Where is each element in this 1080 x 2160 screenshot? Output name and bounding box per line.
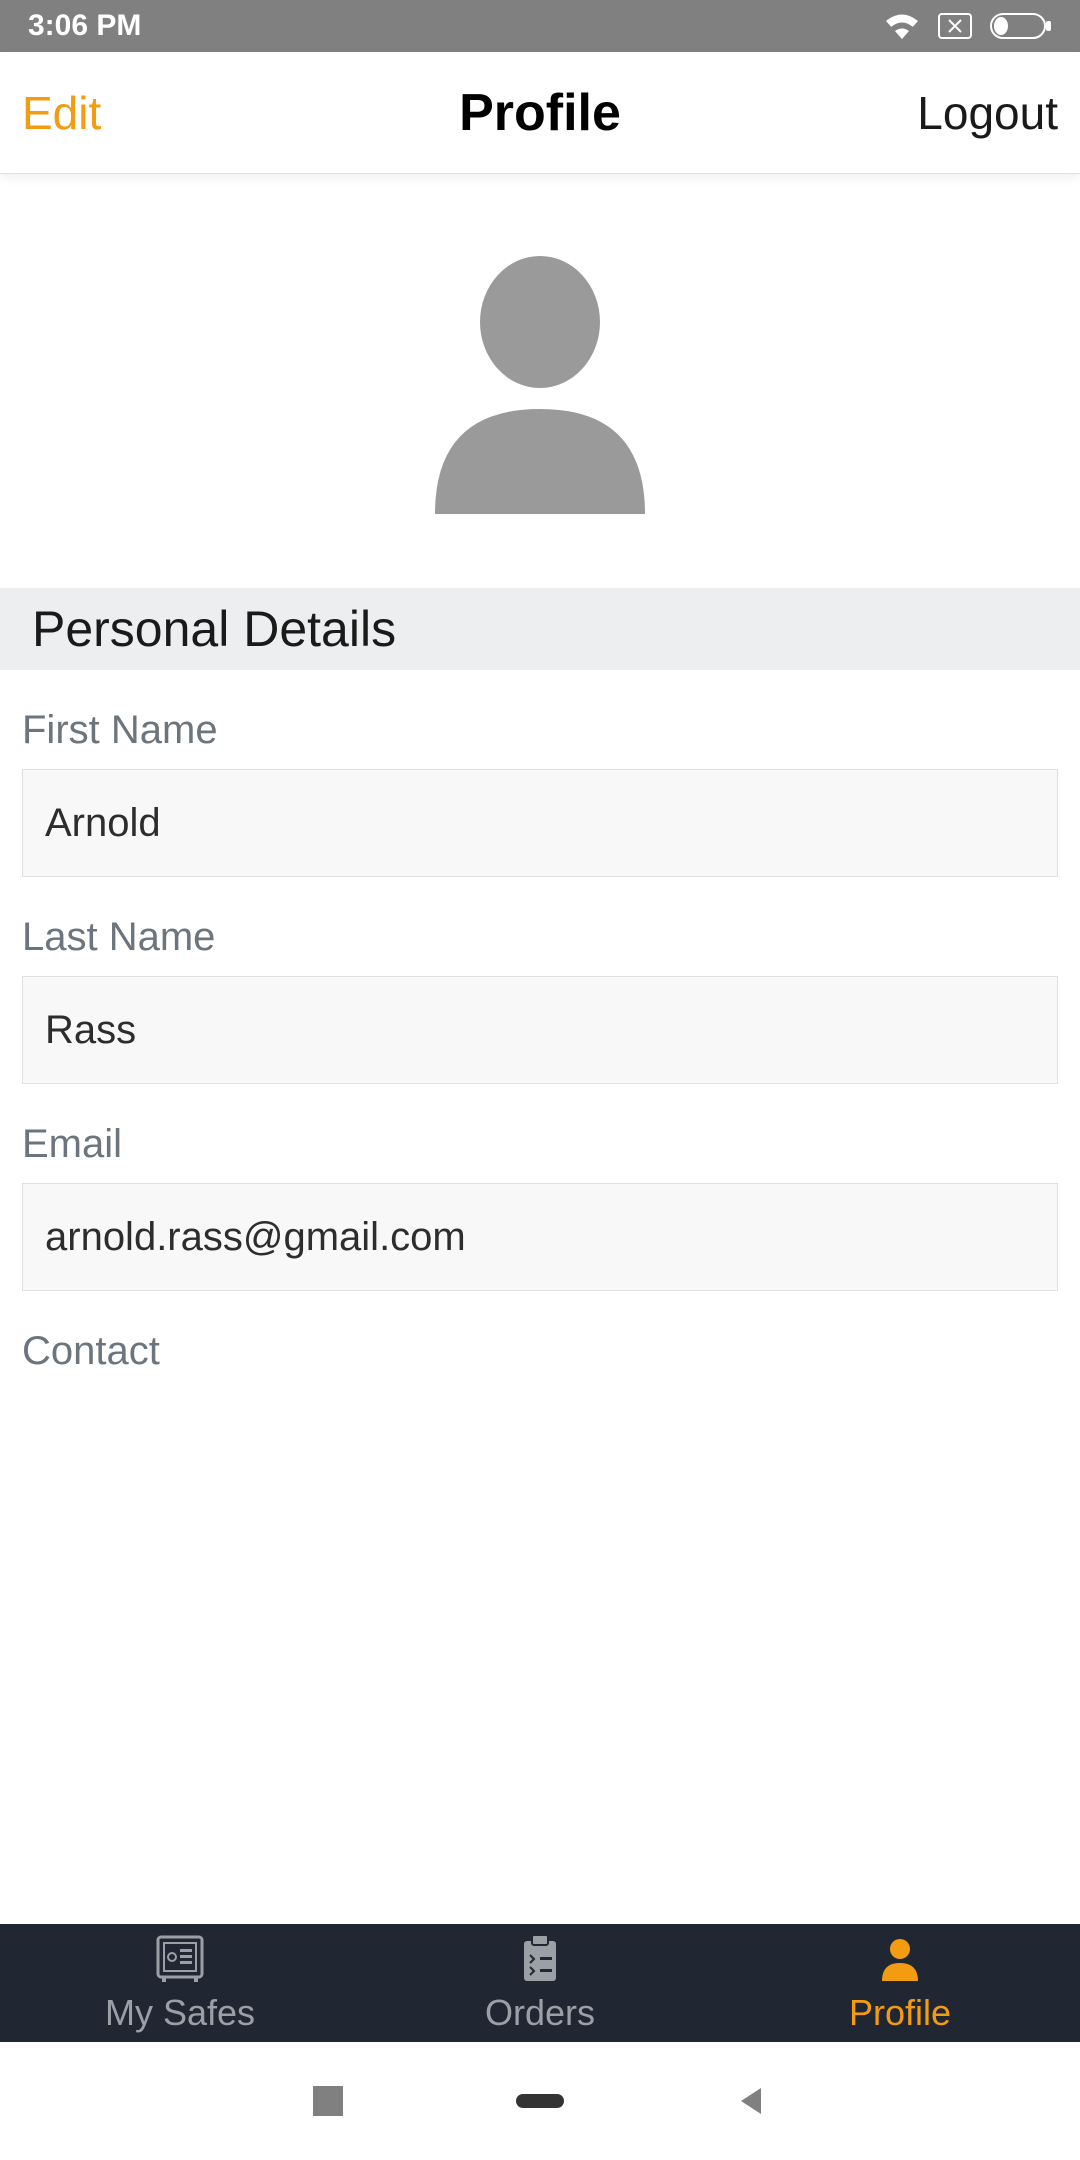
field-contact: Contact	[22, 1329, 1058, 1374]
clipboard-icon	[514, 1933, 566, 1988]
profile-icon	[874, 1933, 926, 1988]
android-home-button[interactable]	[516, 2094, 564, 2108]
status-icons	[884, 12, 1052, 40]
contact-label: Contact	[22, 1329, 1058, 1374]
nav-orders-label: Orders	[485, 1992, 595, 2034]
first-name-input[interactable]: Arnold	[22, 769, 1058, 877]
android-recents-button[interactable]	[313, 2086, 343, 2116]
wifi-icon	[884, 12, 920, 40]
nav-profile[interactable]: Profile	[720, 1924, 1080, 2042]
battery-icon	[990, 13, 1052, 39]
logout-button[interactable]: Logout	[917, 86, 1058, 140]
field-first-name: First Name Arnold	[22, 708, 1058, 877]
bottom-nav: My Safes Orders Profile	[0, 1924, 1080, 2042]
edit-button[interactable]: Edit	[22, 86, 101, 140]
content-area: Personal Details First Name Arnold Last …	[0, 174, 1080, 1924]
fields-list: First Name Arnold Last Name Rass Email a…	[0, 708, 1080, 1374]
email-input[interactable]: arnold.rass@gmail.com	[22, 1183, 1058, 1291]
first-name-label: First Name	[22, 708, 1058, 753]
avatar-placeholder-icon	[390, 229, 690, 534]
section-header-label: Personal Details	[32, 600, 1048, 658]
nav-profile-label: Profile	[849, 1992, 951, 2034]
android-system-nav	[0, 2042, 1080, 2160]
app-header: Edit Profile Logout	[0, 52, 1080, 174]
last-name-input[interactable]: Rass	[22, 976, 1058, 1084]
status-time: 3:06 PM	[28, 9, 141, 43]
no-sim-icon	[938, 13, 972, 39]
field-email: Email arnold.rass@gmail.com	[22, 1122, 1058, 1291]
nav-my-safes-label: My Safes	[105, 1992, 255, 2034]
field-last-name: Last Name Rass	[22, 915, 1058, 1084]
status-bar: 3:06 PM	[0, 0, 1080, 52]
page-title: Profile	[459, 83, 621, 143]
section-header-personal-details: Personal Details	[0, 588, 1080, 670]
nav-orders[interactable]: Orders	[360, 1924, 720, 2042]
last-name-label: Last Name	[22, 915, 1058, 960]
nav-my-safes[interactable]: My Safes	[0, 1924, 360, 2042]
safe-icon	[154, 1933, 206, 1988]
android-back-button[interactable]	[737, 2086, 767, 2116]
email-label: Email	[22, 1122, 1058, 1167]
avatar[interactable]	[0, 174, 1080, 588]
